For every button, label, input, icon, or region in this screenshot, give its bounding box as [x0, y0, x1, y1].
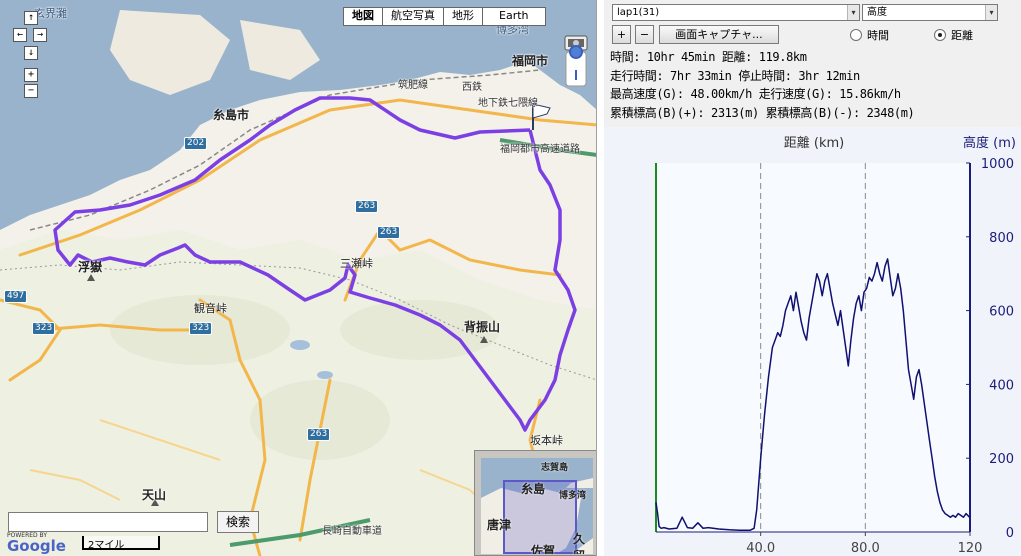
graph-panel: lap1(31) ▾ 高度 ▾ + − 画面キャプチャ... 時間 距離 時間:… — [604, 0, 1021, 556]
plot-background — [656, 163, 970, 532]
graph-zoom-out-button[interactable]: − — [635, 25, 654, 44]
logo-text: Google — [7, 537, 66, 555]
y-tick-label: 400 — [989, 378, 1014, 393]
radio-time-label: 時間 — [867, 29, 889, 42]
map-type-map[interactable]: 地図 — [344, 8, 382, 25]
route-shield: 263 — [355, 200, 379, 213]
route-shield: 263 — [377, 226, 401, 239]
x-axis-label: 距離 (km) — [784, 136, 844, 151]
label-genkainada: 玄界灘 — [34, 7, 67, 20]
label-fukuoka-expressway: 福岡都市高速道路 — [500, 144, 580, 155]
route-shield: 497 — [4, 290, 28, 303]
street-view-pegman-icon[interactable] — [563, 34, 589, 88]
stats-line: 累積標高(B)(+): 2313(m) 累積標高(B)(-): 2348(m) — [610, 105, 915, 120]
radio-time-dot[interactable] — [850, 29, 862, 41]
logo-powered-by: POWERED BY — [7, 532, 48, 539]
ride-stats: 時間: 10hr 45min 距離: 119.8km 走行時間: 7hr 33m… — [610, 48, 915, 122]
stats-line: 最高速度(G): 48.00km/h 走行速度(G): 15.86km/h — [610, 87, 901, 101]
route-shield: 263 — [307, 428, 331, 441]
label-nishitetsu: 西鉄 — [462, 82, 482, 93]
label-sakamoto-pass: 坂本峠 — [530, 434, 563, 447]
x-tick-label: 40.0 — [746, 541, 775, 556]
graph-zoom-in-button[interactable]: + — [612, 25, 631, 44]
stats-line: 走行時間: 7hr 33min 停止時間: 3hr 12min — [610, 68, 860, 83]
screen-capture-button[interactable]: 画面キャプチャ... — [659, 25, 779, 44]
lap-select-value: lap1(31) — [617, 7, 660, 18]
route-shield: 323 — [189, 322, 213, 335]
label-itoshima: 糸島市 — [213, 108, 250, 122]
map-type-earth[interactable]: Earth — [482, 8, 545, 25]
x-tick-label: 120 — [958, 541, 983, 556]
overview-label: 博多湾 — [559, 491, 587, 501]
overview-label: 久留 — [573, 532, 586, 554]
chevron-down-icon[interactable]: ▾ — [847, 5, 859, 20]
radio-time[interactable]: 時間 — [850, 27, 889, 43]
y-axis-select[interactable]: 高度 ▾ — [862, 4, 998, 21]
map-search-input[interactable] — [8, 512, 208, 532]
label-nagasaki-expressway: 長崎自動車道 — [322, 526, 382, 537]
pan-left-button[interactable]: ← — [13, 28, 27, 42]
route-shield: 202 — [184, 137, 208, 150]
map-type-terrain[interactable]: 地形 — [443, 8, 482, 25]
pan-right-button[interactable]: → — [33, 28, 47, 42]
overview-label: 糸島 — [521, 482, 546, 496]
label-chikuhi-line: 筑肥線 — [398, 80, 428, 91]
pan-down-button[interactable]: ↓ — [24, 46, 38, 60]
elevation-chart[interactable]: 0 200 400 600 800 1000 40.0 80.0 120 距離 (km) 高度 (m… — [604, 127, 1021, 556]
elevation-chart-area[interactable]: 0 200 400 600 800 1000 40.0 80.0 120 距離 (km) 高度 (m… — [604, 127, 1021, 556]
label-fukuoka: 福岡市 — [512, 54, 549, 68]
pan-up-button[interactable]: ↑ — [24, 11, 38, 25]
zoom-in-button[interactable]: + — [24, 68, 38, 82]
y-axis-label: 高度 (m) — [963, 135, 1016, 151]
map-view[interactable]: 玄界灘 糸島市 福岡市 博多湾 筑肥線 西鉄 地下鉄七隈線 三瀬峠 背振山 浮嶽… — [0, 0, 597, 556]
chevron-down-icon[interactable]: ▾ — [985, 5, 997, 20]
zoom-out-button[interactable]: − — [24, 84, 38, 98]
overview-label: 唐津 — [487, 518, 512, 532]
y-tick-label: 800 — [989, 231, 1014, 246]
label-subway: 地下鉄七隈線 — [478, 98, 538, 109]
overview-map-inner: 糸島 唐津 佐賀 博多湾 志賀島 久留 — [481, 458, 593, 554]
google-logo: POWERED BY Google — [7, 532, 66, 555]
map-type-selector: 地図 航空写真 地形 Earth — [343, 7, 546, 26]
map-search-button[interactable]: 検索 — [217, 511, 259, 533]
overview-label: 佐賀 — [531, 544, 556, 554]
radio-distance[interactable]: 距離 — [934, 27, 973, 43]
y-tick-label: 1000 — [981, 157, 1014, 172]
y-tick-label: 200 — [989, 452, 1014, 467]
y-axis-select-value: 高度 — [867, 7, 887, 18]
y-tick-label: 600 — [989, 305, 1014, 320]
radio-distance-dot[interactable] — [934, 29, 946, 41]
overview-label: 志賀島 — [541, 463, 569, 473]
lap-select[interactable]: lap1(31) ▾ — [612, 4, 860, 21]
x-tick-label: 80.0 — [851, 541, 880, 556]
route-shield: 323 — [32, 322, 56, 335]
stats-line: 時間: 10hr 45min 距離: 119.8km — [610, 50, 807, 64]
label-ukidake: 浮嶽 — [78, 260, 103, 274]
radio-distance-label: 距離 — [951, 29, 973, 42]
label-sefuri: 背振山 — [464, 320, 501, 334]
map-scale: 2マイル — [82, 536, 160, 551]
label-tenzan: 天山 — [142, 488, 167, 502]
label-sanze-pass: 三瀬峠 — [340, 257, 373, 270]
map-type-satellite[interactable]: 航空写真 — [382, 8, 443, 25]
label-kannon-pass: 観音峠 — [194, 302, 227, 315]
overview-map[interactable]: 糸島 唐津 佐賀 博多湾 志賀島 久留 — [474, 450, 596, 556]
y-tick-label: 0 — [1006, 526, 1014, 541]
